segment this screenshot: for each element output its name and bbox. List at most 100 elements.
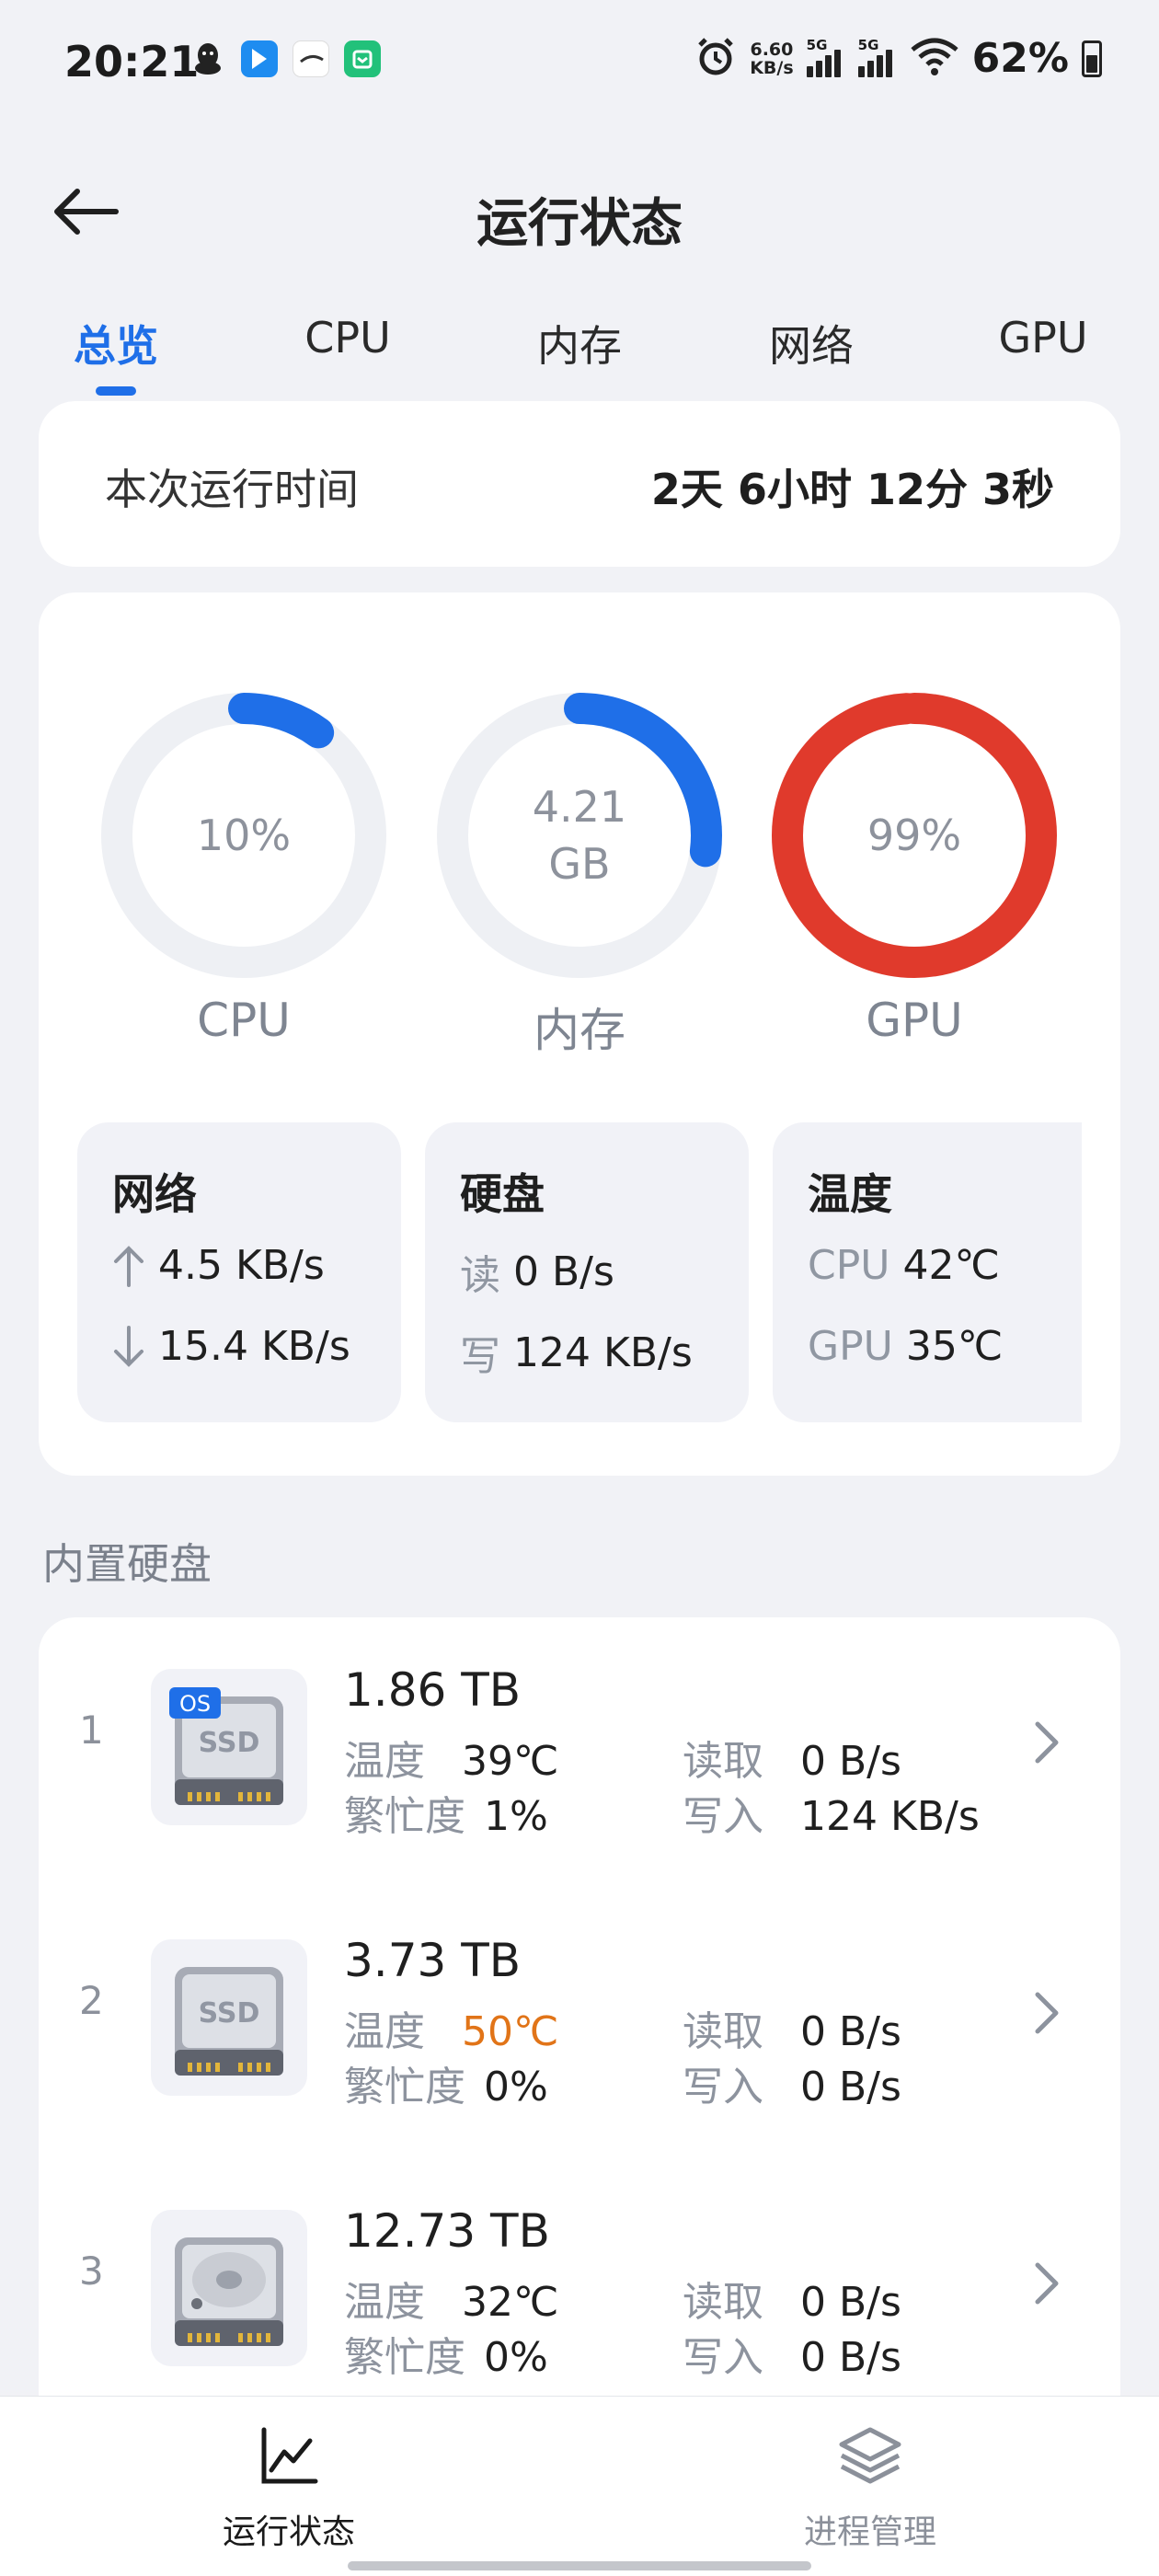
- disk-write-value: 124 KB/s: [513, 1328, 693, 1376]
- status-right: 6.60 KB/s 5G 5G 62%: [694, 35, 1102, 82]
- chevron-right-icon: [1035, 1721, 1059, 1764]
- signal-2-icon: 5G: [857, 37, 897, 77]
- memory-gauge-label: 内存: [534, 1004, 625, 1057]
- disk-read-label: 读: [460, 1252, 500, 1299]
- disk-read-speed: 0 B/s: [800, 2008, 901, 2055]
- qq-icon: [189, 40, 226, 77]
- temperature-card-title: 温度: [808, 1169, 892, 1219]
- mi-home-icon: [344, 40, 381, 77]
- hdd-icon: [151, 2210, 307, 2366]
- tab-gpu[interactable]: GPU: [998, 313, 1087, 362]
- read-label: 读取: [683, 2279, 763, 2326]
- disk-item-3[interactable]: 3 12.73 TB 温度 32℃ 繁忙度 0% 读取 0 B/s 写入 0 B…: [39, 2158, 1120, 2388]
- app-header: 运行状态: [0, 166, 1159, 258]
- disk-index: 1: [79, 1708, 104, 1753]
- disk-index: 2: [79, 1978, 104, 2023]
- write-label: 写入: [683, 2064, 763, 2110]
- memory-gauge-unit: GB: [548, 839, 611, 889]
- disk-read: 读 0 B/s: [460, 1242, 614, 1301]
- alarm-icon: [694, 36, 737, 82]
- battery-percent: 62%: [971, 35, 1069, 82]
- svg-text:SSD: SSD: [199, 1727, 260, 1759]
- disk-busy: 0%: [484, 2064, 548, 2110]
- disk-capacity: 3.73 TB: [344, 1934, 522, 1987]
- chevron-right-icon: [1035, 1992, 1059, 2034]
- memory-gauge[interactable]: 4.21 GB: [432, 688, 727, 983]
- network-card[interactable]: 网络 4.5 KB/s 15.4 KB/s: [77, 1122, 401, 1422]
- disk-read-speed: 0 B/s: [800, 2279, 901, 2326]
- gpu-temp: GPU 35℃: [808, 1323, 1003, 1370]
- disk-busy: 1%: [484, 1793, 548, 1840]
- cpu-gauge-label: CPU: [197, 994, 291, 1047]
- chevron-right-icon: [1035, 2262, 1059, 2305]
- status-bar: 20:21 6.60 KB/s 5G 5G 62%: [0, 0, 1159, 129]
- arrow-up-icon: [114, 1245, 143, 1287]
- disk-write-speed: 0 B/s: [800, 2064, 901, 2110]
- write-label: 写入: [683, 2334, 763, 2381]
- memory-gauge-value: 4.21: [532, 782, 627, 832]
- arrow-down-icon: [114, 1325, 143, 1367]
- tab-overview[interactable]: 总览: [74, 313, 158, 374]
- nav-processes-label: 进程管理: [803, 2513, 936, 2551]
- disk-io-card[interactable]: 硬盘 读 0 B/s 写 124 KB/s: [425, 1122, 749, 1422]
- disk-busy: 0%: [484, 2334, 548, 2381]
- disk-item-1[interactable]: 1 SSD OS 1.86 TB 温度 39℃ 繁忙度 1% 读取 0 B/s: [39, 1617, 1120, 1847]
- uptime-label: 本次运行时间: [105, 465, 359, 514]
- feishu-icon: [241, 40, 278, 77]
- read-label: 读取: [683, 1738, 763, 1785]
- netease-icon: [293, 40, 329, 77]
- temp-label: 温度: [344, 2008, 425, 2055]
- disk-item-2[interactable]: 2 SSD 3.73 TB 温度 50℃ 繁忙度 0% 读取 0 B/s 写入 …: [39, 1888, 1120, 2118]
- battery-icon: [1082, 40, 1102, 77]
- cpu-temp-value: 42℃: [902, 1242, 1000, 1289]
- net-speed: 6.60 KB/s: [750, 39, 794, 78]
- disk-temp: 32℃: [462, 2279, 559, 2326]
- tab-indicator: [96, 386, 136, 396]
- disk-capacity: 12.73 TB: [344, 2204, 550, 2258]
- layers-icon: [839, 2427, 901, 2484]
- disk-write: 写 124 KB/s: [460, 1323, 693, 1382]
- disk-write-speed: 124 KB/s: [800, 1793, 980, 1840]
- cpu-temp-label: CPU: [808, 1242, 890, 1289]
- nav-processes[interactable]: 进程管理: [732, 2424, 1008, 2553]
- disk-write-label: 写: [460, 1333, 500, 1380]
- busy-label: 繁忙度: [344, 2064, 465, 2110]
- gpu-temp-label: GPU: [808, 1323, 893, 1370]
- temp-label: 温度: [344, 1738, 425, 1785]
- disk-temp: 50℃: [462, 2008, 559, 2055]
- tab-cpu[interactable]: CPU: [304, 313, 391, 362]
- uptime-card: 本次运行时间 2天 6小时 12分 3秒: [39, 401, 1120, 567]
- os-badge: OS: [179, 1691, 211, 1717]
- gpu-gauge-label: GPU: [866, 994, 963, 1047]
- disk-read-speed: 0 B/s: [800, 1738, 901, 1785]
- network-download: 15.4 KB/s: [112, 1323, 350, 1370]
- home-indicator: [348, 2561, 811, 2570]
- uptime-value: 2天 6小时 12分 3秒: [650, 465, 1054, 514]
- disks-section-title: 内置硬盘: [42, 1539, 212, 1589]
- nav-status-label: 运行状态: [222, 2513, 355, 2551]
- disk-temp: 39℃: [462, 1738, 559, 1785]
- svg-text:SSD: SSD: [199, 1997, 260, 2030]
- busy-label: 繁忙度: [344, 1793, 465, 1840]
- page-title: 运行状态: [476, 194, 683, 254]
- temperature-card[interactable]: 温度 CPU 42℃ GPU 35℃: [773, 1122, 1082, 1422]
- cpu-gauge[interactable]: 10%: [97, 688, 391, 983]
- nav-status[interactable]: 运行状态: [151, 2424, 427, 2553]
- network-upload: 4.5 KB/s: [112, 1242, 325, 1289]
- cpu-temp: CPU 42℃: [808, 1242, 1000, 1289]
- gpu-temp-value: 35℃: [905, 1323, 1004, 1370]
- gpu-gauge[interactable]: 99%: [767, 688, 1061, 983]
- network-card-title: 网络: [112, 1169, 197, 1219]
- signal-1-icon: 5G: [806, 37, 845, 77]
- ssd-icon: SSD OS: [151, 1669, 307, 1825]
- temp-label: 温度: [344, 2279, 425, 2326]
- disk-read-value: 0 B/s: [513, 1248, 614, 1295]
- tab-memory[interactable]: 内存: [537, 313, 622, 374]
- network-upload-value: 4.5 KB/s: [158, 1242, 325, 1289]
- tab-network[interactable]: 网络: [769, 313, 854, 374]
- gpu-gauge-value: 99%: [866, 811, 962, 860]
- read-label: 读取: [683, 2008, 763, 2055]
- write-label: 写入: [683, 1793, 763, 1840]
- line-chart-icon: [261, 2427, 318, 2484]
- disk-capacity: 1.86 TB: [344, 1663, 522, 1717]
